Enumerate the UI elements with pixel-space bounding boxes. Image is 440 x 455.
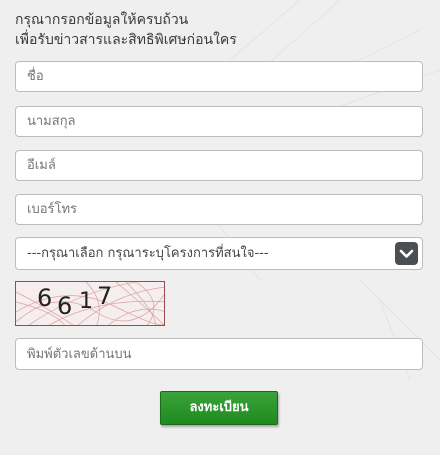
captcha-image: 6 6 1 7 (15, 281, 165, 326)
heading-line-1: กรุณากรอกข้อมูลให้ครบถ้วน (15, 12, 189, 28)
captcha-digit: 6 (57, 292, 73, 320)
form-heading: กรุณากรอกข้อมูลให้ครบถ้วน เพื่อรับข่าวสา… (15, 10, 425, 50)
email-input[interactable] (15, 150, 423, 181)
captcha-digit: 7 (97, 282, 113, 310)
captcha-input[interactable] (15, 338, 423, 370)
project-select[interactable]: ---กรุณาเลือก กรุณาระบุโครงการที่สนใจ--- (15, 237, 423, 270)
name-input[interactable] (15, 61, 423, 92)
heading-line-2: เพื่อรับข่าวสารและสิทธิพิเศษก่อนใคร (15, 32, 237, 48)
surname-input[interactable] (15, 106, 423, 137)
register-button[interactable]: ลงทะเบียน (160, 391, 278, 425)
project-select-value: ---กรุณาเลือก กรุณาระบุโครงการที่สนใจ--- (27, 246, 269, 261)
captcha-digit: 1 (79, 289, 93, 314)
phone-input[interactable] (15, 194, 423, 225)
dropdown-button[interactable] (395, 242, 418, 265)
captcha-digit: 6 (37, 284, 53, 312)
chevron-down-icon (399, 249, 414, 258)
registration-form: กรุณากรอกข้อมูลให้ครบถ้วน เพื่อรับข่าวสา… (0, 0, 440, 455)
